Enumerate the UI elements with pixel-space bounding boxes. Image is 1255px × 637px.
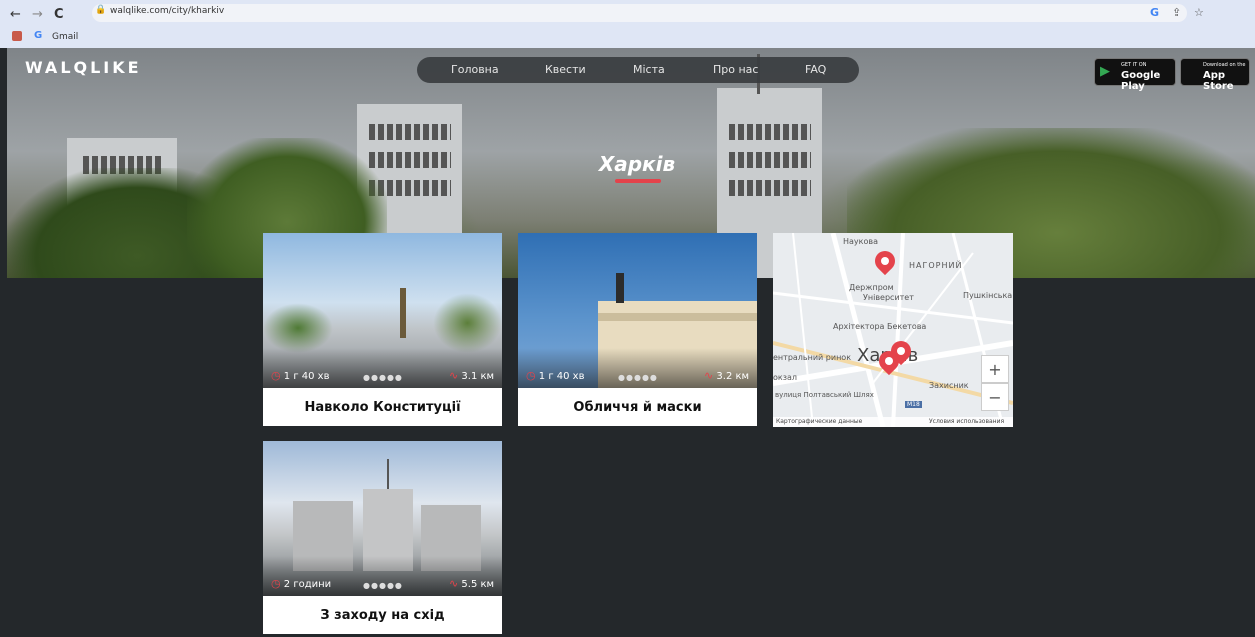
quest-name[interactable]: Навколо Конституції [263,388,502,426]
map-label-derzhprom: Держпром [849,283,894,292]
map-label-vokzal: окзал [773,373,797,382]
carousel-dots[interactable]: ●●●●● [618,373,658,382]
google-play-button[interactable]: ▶ GET IT ON Google Play [1094,58,1176,92]
map-label-arkhitektora: Архітектора Бекетова [833,322,927,331]
map-terms[interactable]: Условия использования [929,418,1004,425]
share-icon[interactable]: ⇪ [1172,6,1181,19]
map-label-pushkinska: Пушкінська [963,291,1013,300]
photo-trees [263,303,333,353]
quest-name[interactable]: Обличчя й маски [518,388,757,426]
zoom-out-button[interactable]: − [981,383,1009,411]
zoom-in-button[interactable]: + [981,355,1009,383]
map-label-poltavsky: вулиця Полтавський Шлях [775,391,874,399]
address-bar[interactable] [92,4,1187,22]
city-title: Харків [598,152,676,176]
photo-shade [263,556,502,596]
url-text[interactable]: walqlike.com/city/kharkiv [110,6,224,16]
back-arrow-icon[interactable]: ← [10,7,21,22]
quest-card[interactable]: ◷ 1 г 40 хв ●●●●● ∿ 3.2 км Обличчя й мас… [518,233,757,426]
route-icon: ∿ [449,369,459,382]
route-icon: ∿ [704,369,714,382]
quest-duration: ◷ 1 г 40 хв [271,369,330,382]
photo-shade [263,348,502,388]
city-title-underline [615,179,661,183]
route-icon: ∿ [449,577,459,590]
nav-faq[interactable]: FAQ [805,63,826,76]
star-icon[interactable]: ☆ [1194,6,1204,19]
quest-photo [263,441,502,596]
clock-icon: ◷ [271,369,281,382]
google-icon[interactable]: G [1150,6,1159,19]
map-label-zakhysnykiv: Захисник [929,381,969,390]
quest-photo [263,233,502,388]
photo-statue [616,273,624,303]
app-store-small: Download on the [1203,62,1246,68]
photo-cornice [598,313,757,321]
photo-antenna [387,459,389,489]
quest-name[interactable]: З заходу на схід [263,596,502,634]
quest-photo [518,233,757,388]
quest-distance: ∿ 5.5 км [449,577,495,590]
clock-icon: ◷ [271,577,281,590]
app-store-button[interactable]: Download on the App Store [1180,58,1250,92]
carousel-dots[interactable]: ●●●●● [363,373,403,382]
google-play-small: GET IT ON [1121,62,1147,68]
photo-trees [433,293,502,353]
quest-card[interactable]: ◷ 1 г 40 хв ●●●●● ∿ 3.1 км Навколо Конст… [263,233,502,426]
city-map[interactable]: Наукова НАГОРНИЙ Держпром Університет Пу… [773,233,1013,427]
nav-cities[interactable]: Міста [633,63,665,76]
building-windows [729,124,811,140]
gmail-g-icon: G [34,30,43,41]
map-label-nagorny: НАГОРНИЙ [909,261,963,270]
map-attribution[interactable]: Картографические данные [776,418,862,425]
nav-home[interactable]: Головна [451,63,499,76]
page: WALQLIKE Головна Квести Міста Про нас FA… [7,48,1255,637]
site-logo[interactable]: WALQLIKE [25,58,142,77]
map-label-m18: M18 [905,401,922,408]
bookmark-gmail[interactable]: Gmail [52,32,78,42]
quest-card[interactable]: ◷ 2 години ●●●●● ∿ 5.5 км З заходу на сх… [263,441,502,634]
clock-icon: ◷ [526,369,536,382]
quest-duration: ◷ 1 г 40 хв [526,369,585,382]
map-label-naukova: Наукова [843,237,878,246]
reload-icon[interactable]: C [54,7,64,22]
google-play-icon: ▶ [1100,64,1110,79]
app-store-label: App Store [1203,70,1234,92]
nav-about[interactable]: Про нас [713,63,758,76]
carousel-dots[interactable]: ●●●●● [363,581,403,590]
quest-distance: ∿ 3.1 км [449,369,495,382]
nav-quests[interactable]: Квести [545,63,586,76]
quest-duration: ◷ 2 години [271,577,332,590]
forward-arrow-icon[interactable]: → [32,7,43,22]
building-windows [729,152,811,168]
map-label-universytet: Університет [863,293,914,302]
google-play-label: Google Play [1121,70,1161,92]
building-windows [729,180,811,196]
quest-distance: ∿ 3.2 км [704,369,750,382]
lock-icon: 🔒 [95,5,107,15]
photo-monument [400,288,406,338]
photo-shade [518,348,757,388]
home-bookmark-icon[interactable] [12,31,22,41]
map-footer: Картографические данные Условия использо… [773,417,1013,427]
map-label-tsentralny: ентральний ринок [773,353,852,362]
